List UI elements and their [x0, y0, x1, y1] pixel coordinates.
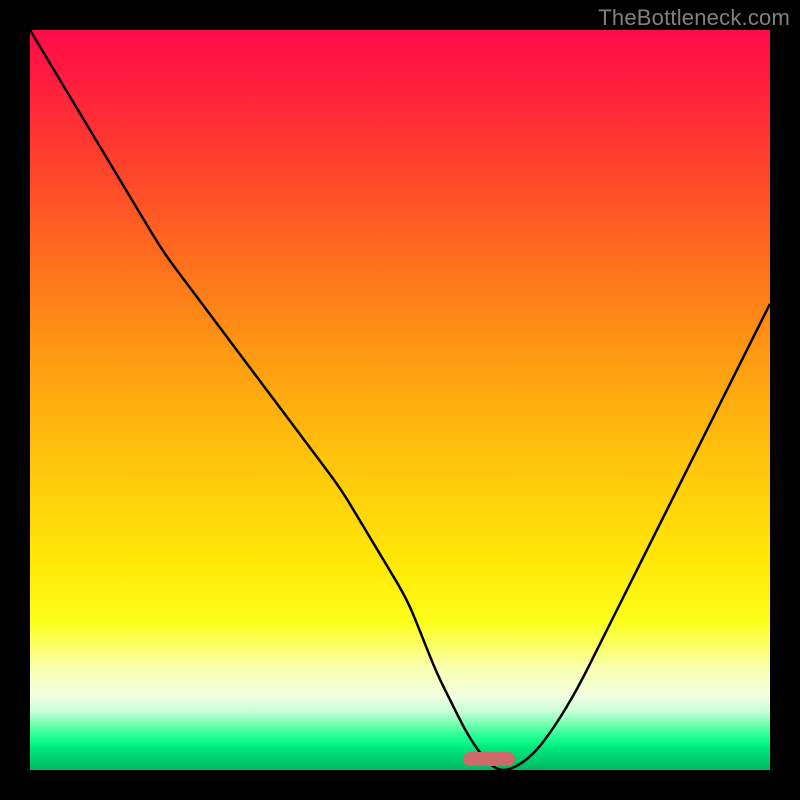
plot-area [30, 30, 770, 770]
chart-frame: TheBottleneck.com [0, 0, 800, 800]
curve-line [30, 30, 770, 770]
bottleneck-curve [30, 30, 770, 770]
watermark-text: TheBottleneck.com [598, 5, 790, 31]
optimal-marker [463, 752, 515, 766]
